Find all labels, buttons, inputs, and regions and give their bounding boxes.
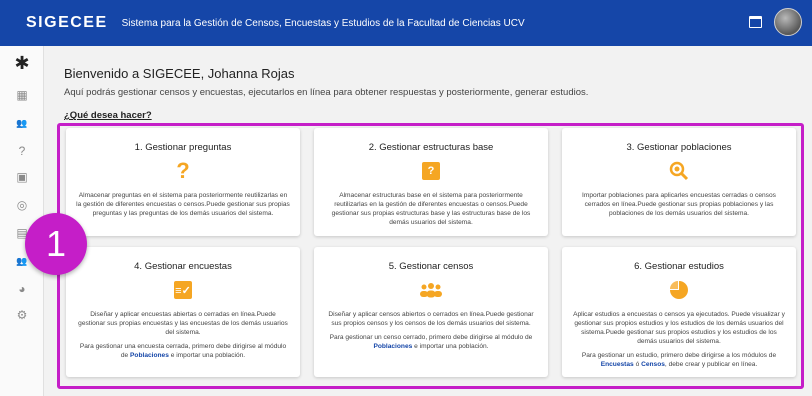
poblaciones-link[interactable]: Poblaciones xyxy=(373,343,412,350)
survey-checklist-icon: ≡✓ xyxy=(66,280,300,300)
card-description: Importar poblaciones para aplicarles enc… xyxy=(582,192,776,217)
card-note: Para gestionar una encuesta cerrada, pri… xyxy=(79,343,287,359)
card-note: Para gestionar un estudio, primero debe … xyxy=(581,352,777,368)
population-search-icon xyxy=(562,161,796,181)
population-search-icon[interactable]: ◎ xyxy=(0,194,44,216)
question-mark-icon: ? xyxy=(176,158,190,183)
card-title: 4. Gestionar encuestas xyxy=(134,261,232,272)
app-title: Sistema para la Gestión de Censos, Encue… xyxy=(121,17,525,29)
poblaciones-link[interactable]: Poblaciones xyxy=(130,352,169,359)
card-description: Diseñar y aplicar encuestas abiertas o c… xyxy=(78,311,288,336)
card-description: Diseñar y aplicar censos abiertos o cerr… xyxy=(328,311,534,327)
avatar[interactable] xyxy=(774,8,802,36)
structure-base-icon: ? xyxy=(314,161,548,181)
card-note: Para gestionar un censo cerrado, primero… xyxy=(329,334,533,350)
encuestas-link[interactable]: Encuestas xyxy=(601,361,634,368)
sidebar-logo-icon[interactable]: ✱ xyxy=(0,52,44,74)
censos-link[interactable]: Censos xyxy=(641,361,665,368)
intro-text: Aquí podrás gestionar censos y encuestas… xyxy=(64,87,589,98)
card-title: 5. Gestionar censos xyxy=(388,261,474,272)
card-description: Almacenar estructuras base en el sistema… xyxy=(331,192,531,226)
card-description: Almacenar preguntas en el sistema para p… xyxy=(76,192,290,217)
card-description: Aplicar estudios a encuestas o censos ya… xyxy=(573,311,785,345)
card-gestionar-preguntas[interactable]: 1. Gestionar preguntas ? Almacenar pregu… xyxy=(66,128,300,236)
card-gestionar-estudios[interactable]: 6. Gestionar estudios Aplicar estudios a… xyxy=(562,247,796,377)
card-title: 6. Gestionar estudios xyxy=(634,261,724,272)
app-logo[interactable]: SIGECEE xyxy=(26,14,108,32)
dashboard-icon[interactable]: ▦ xyxy=(0,84,44,106)
structure-icon[interactable]: ▣ xyxy=(0,166,44,188)
card-title: 2. Gestionar estructuras base xyxy=(368,142,494,153)
card-gestionar-estructuras-base[interactable]: 2. Gestionar estructuras base ? Almacena… xyxy=(314,128,548,236)
studies-pie-icon[interactable]: ◕ xyxy=(0,278,44,300)
card-gestionar-censos[interactable]: 5. Gestionar censos Diseñar y aplicar ce… xyxy=(314,247,548,377)
card-title: 3. Gestionar poblaciones xyxy=(626,142,732,153)
census-people-icon xyxy=(314,280,548,300)
question-heading: ¿Qué desea hacer? xyxy=(64,110,152,121)
settings-icon[interactable]: ⚙ xyxy=(0,304,44,326)
top-right-actions xyxy=(749,8,802,36)
annotation-badge: 1 xyxy=(25,213,87,275)
users-icon[interactable]: 👥 xyxy=(0,112,44,134)
question-icon[interactable]: ? xyxy=(0,140,44,162)
page-title: Bienvenido a SIGECEE, Johanna Rojas xyxy=(64,66,295,81)
card-gestionar-poblaciones[interactable]: 3. Gestionar poblaciones Importar poblac… xyxy=(562,128,796,236)
card-title: 1. Gestionar preguntas xyxy=(134,142,232,153)
top-bar: SIGECEE Sistema para la Gestión de Censo… xyxy=(0,0,812,46)
card-gestionar-encuestas[interactable]: 4. Gestionar encuestas ≡✓ Diseñar y apli… xyxy=(66,247,300,377)
calendar-icon[interactable] xyxy=(749,16,762,28)
studies-pie-icon xyxy=(562,280,796,300)
